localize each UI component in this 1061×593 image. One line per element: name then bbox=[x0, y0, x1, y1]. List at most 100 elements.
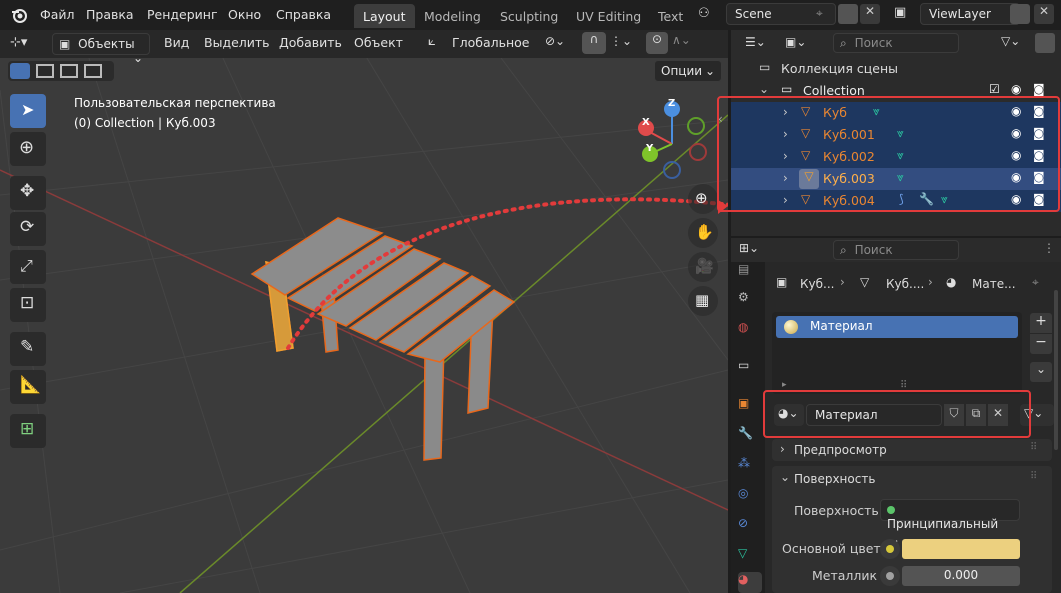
tab-constraints-icon[interactable]: ⊘ bbox=[738, 516, 760, 538]
slot-specials-button[interactable]: ⌄ bbox=[1030, 362, 1052, 382]
new-scene-button[interactable] bbox=[838, 4, 858, 24]
base-color-swatch[interactable] bbox=[902, 539, 1020, 559]
metallic-socket[interactable] bbox=[880, 566, 900, 586]
outliner-search-input[interactable]: ⌕ Поиск bbox=[833, 33, 959, 53]
properties-search-input[interactable]: ⌕ Поиск bbox=[833, 240, 959, 260]
3d-viewport[interactable] bbox=[0, 30, 728, 593]
menu-object[interactable]: Объект bbox=[354, 35, 403, 50]
tab-data-icon[interactable]: ▽ bbox=[738, 546, 760, 568]
snap-options-icon[interactable]: ⋮⌄ bbox=[610, 34, 632, 48]
pan-button[interactable]: ✋ bbox=[688, 218, 718, 248]
annotate-tool[interactable]: ✎ bbox=[10, 332, 46, 366]
perspective-toggle-button[interactable]: ▦ bbox=[688, 286, 718, 316]
options-icon[interactable]: ⋮ bbox=[1043, 241, 1055, 255]
surface-label: Поверхность bbox=[794, 503, 879, 518]
drag-handle-icon[interactable]: ⠿ bbox=[1030, 471, 1037, 482]
add-cube-tool[interactable]: ⊞ bbox=[10, 414, 46, 448]
surface-shader-dropdown[interactable]: Принципиальный ... bbox=[880, 499, 1020, 545]
rotate-tool[interactable]: ⟳ bbox=[10, 212, 46, 246]
tab-output-icon[interactable]: ▤ bbox=[738, 262, 760, 284]
move-tool[interactable]: ✥ bbox=[10, 176, 46, 210]
tab-collection-icon[interactable]: ▭ bbox=[738, 358, 760, 380]
select-new-button[interactable] bbox=[10, 63, 30, 79]
tab-world-icon[interactable]: ◍ bbox=[738, 320, 760, 342]
tab-sculpting[interactable]: Sculpting bbox=[491, 4, 567, 28]
menu-render[interactable]: Рендеринг bbox=[147, 7, 218, 22]
options-dropdown[interactable]: Опции ⌄ bbox=[654, 60, 722, 82]
blender-logo-icon[interactable] bbox=[10, 6, 28, 24]
new-viewlayer-button[interactable] bbox=[1010, 4, 1030, 24]
select-box-tool[interactable]: ➤ bbox=[10, 94, 46, 128]
pivot-icon[interactable]: ⊘⌄ bbox=[545, 34, 565, 48]
material-slot-item[interactable]: Материал bbox=[776, 316, 1018, 338]
zoom-icon: ⊕ bbox=[695, 189, 708, 207]
navigation-gizmo[interactable]: Z X Y bbox=[630, 96, 720, 186]
measure-tool[interactable]: 📐 bbox=[10, 370, 46, 404]
orientation-dropdown[interactable]: Глобальное bbox=[452, 35, 530, 50]
viewlayer-field[interactable]: ViewLayer bbox=[920, 3, 1020, 25]
drag-handle-icon[interactable]: ⠿ bbox=[1030, 442, 1037, 453]
select-invert-button[interactable] bbox=[84, 64, 102, 78]
filter-view-icon[interactable]: ▣⌄ bbox=[785, 35, 806, 49]
chevron-down-icon[interactable]: ⌄ bbox=[759, 82, 769, 96]
display-mode-icon[interactable]: ☰⌄ bbox=[745, 35, 766, 49]
zoom-button[interactable]: ⊕ bbox=[688, 184, 718, 214]
camera-view-button[interactable]: 🎥 bbox=[688, 252, 718, 282]
expand-arrow-icon[interactable]: ▸ bbox=[782, 380, 787, 390]
tab-layout[interactable]: Layout bbox=[354, 4, 415, 28]
cursor-tool[interactable]: ⊕ bbox=[10, 132, 46, 166]
camera-icon[interactable]: ◙ bbox=[1033, 82, 1045, 96]
falloff-icon[interactable]: ∧⌄ bbox=[672, 33, 691, 47]
menu-select[interactable]: Выделить bbox=[204, 35, 270, 50]
base-color-socket[interactable] bbox=[880, 539, 900, 559]
tab-scene-icon[interactable]: ⚙ bbox=[738, 290, 760, 312]
proportional-edit-toggle[interactable]: ⊙ bbox=[646, 32, 668, 54]
scale-tool[interactable]: ⤢ bbox=[10, 250, 46, 284]
properties-scrollbar[interactable] bbox=[1054, 290, 1058, 450]
mode-dropdown[interactable]: ▣ Объекты ⌄ bbox=[52, 33, 150, 65]
select-extend-button[interactable] bbox=[36, 64, 54, 78]
menu-edit[interactable]: Правка bbox=[86, 7, 134, 22]
outliner-row-scene-collection[interactable]: ▭ Коллекция сцены bbox=[731, 58, 1061, 80]
tab-object-icon[interactable]: ▣ bbox=[738, 396, 760, 418]
checkbox-icon[interactable]: ☑ bbox=[989, 82, 1000, 96]
select-subtract-button[interactable] bbox=[60, 64, 78, 78]
metallic-slider[interactable]: 0.000 bbox=[902, 566, 1020, 586]
properties-search-placeholder: Поиск bbox=[854, 243, 893, 257]
menu-window[interactable]: Окно bbox=[228, 7, 261, 22]
metallic-value: 0.000 bbox=[943, 568, 979, 582]
material-slot-list[interactable]: Материал ⠿ ▸ bbox=[772, 312, 1022, 394]
menu-file[interactable]: Файл bbox=[40, 7, 75, 22]
menu-view[interactable]: Вид bbox=[164, 35, 189, 50]
viewlayer-selector[interactable]: ▣ ViewLayer ✕ bbox=[888, 3, 1061, 26]
editor-type-icon[interactable]: ⊹▾ bbox=[10, 35, 27, 50]
transform-tool[interactable]: ⊡ bbox=[10, 288, 46, 322]
pin-icon[interactable]: ⌖ bbox=[1032, 275, 1039, 290]
tab-modifiers-icon[interactable]: 🔧 bbox=[738, 426, 760, 448]
panel-preview[interactable]: › Предпросмотр ⠿ bbox=[772, 439, 1052, 461]
tab-particles-icon[interactable]: ⁂ bbox=[738, 456, 760, 478]
tab-modeling[interactable]: Modeling bbox=[415, 4, 490, 28]
top-bar: Файл Правка Рендеринг Окно Справка Layou… bbox=[0, 0, 1061, 30]
eye-icon[interactable]: ◉ bbox=[1011, 82, 1021, 96]
filter-icon[interactable]: ▽⌄ bbox=[1001, 34, 1020, 48]
properties-editor-icon[interactable]: ⊞⌄ bbox=[739, 241, 759, 255]
add-slot-button[interactable]: + bbox=[1030, 313, 1052, 333]
scene-collection-label: Коллекция сцены bbox=[781, 61, 898, 76]
tab-physics-icon[interactable]: ◎ bbox=[738, 486, 760, 508]
pin-icon[interactable]: ⌖ bbox=[816, 6, 823, 21]
menu-add[interactable]: Добавить bbox=[279, 35, 342, 50]
scene-selector[interactable]: ⚇ Scene ⌖ ✕ bbox=[694, 3, 884, 26]
tab-material-icon[interactable]: ◕ bbox=[738, 572, 762, 593]
delete-scene-button[interactable]: ✕ bbox=[860, 4, 880, 24]
tab-uv-editing[interactable]: UV Editing bbox=[567, 4, 650, 28]
new-collection-button[interactable] bbox=[1035, 33, 1055, 53]
snap-toggle[interactable]: ∩ bbox=[582, 32, 606, 54]
chevron-down-icon[interactable]: ⌄ bbox=[780, 470, 790, 484]
cursor-arrow-icon: ➤ bbox=[21, 100, 35, 119]
remove-slot-button[interactable]: − bbox=[1030, 334, 1052, 354]
tab-text[interactable]: Text bbox=[649, 4, 692, 28]
menu-help[interactable]: Справка bbox=[276, 7, 331, 22]
highlight-material-selector bbox=[763, 390, 1031, 438]
delete-viewlayer-button[interactable]: ✕ bbox=[1034, 4, 1054, 24]
